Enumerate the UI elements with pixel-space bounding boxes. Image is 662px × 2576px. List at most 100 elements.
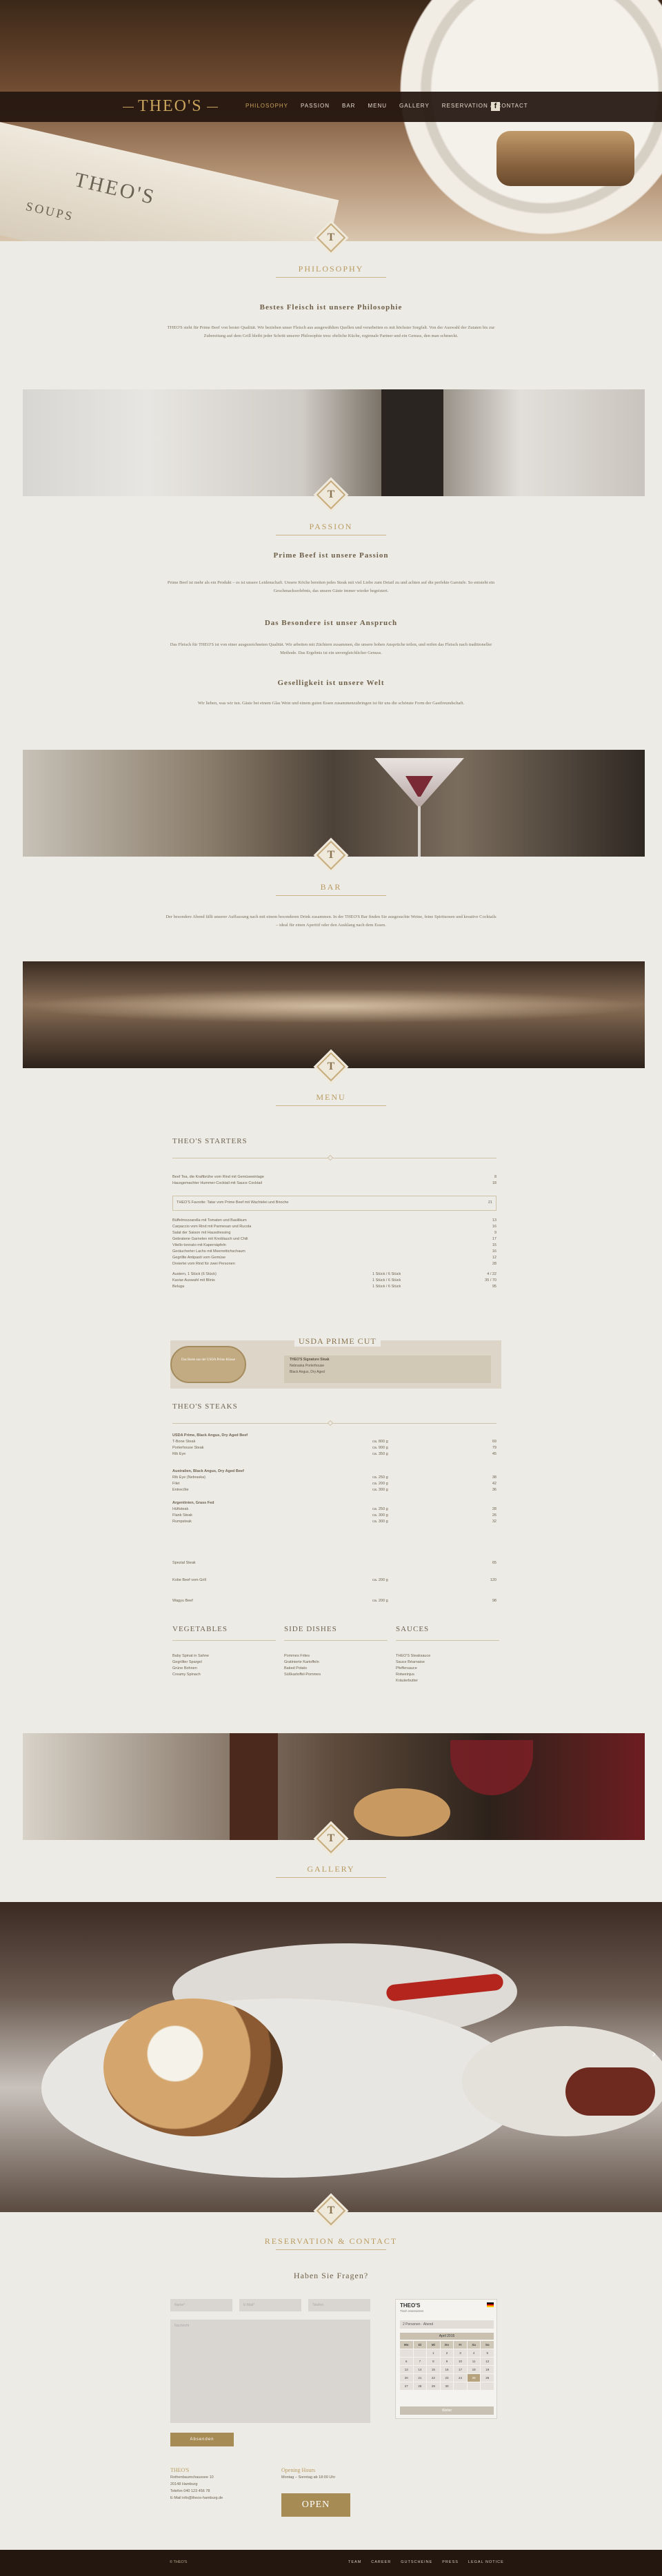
calendar-day[interactable]: 16 [440, 2366, 454, 2373]
calendar-day[interactable] [467, 2382, 481, 2390]
footer-link-vouchers[interactable]: GUTSCHEINE [401, 2560, 432, 2564]
weekday: Fr [454, 2341, 467, 2349]
prime-card-row: Black Angus, Dry Aged [290, 1370, 325, 1374]
usda-prime-band: Das Beste aus der USDA Prime Klasse USDA… [170, 1336, 501, 1389]
footer-link-press[interactable]: PRESS [442, 2560, 459, 2564]
sauce-item: Rotweinjus [396, 1673, 414, 1677]
facebook-icon[interactable]: f [491, 102, 500, 111]
wine-glass [450, 1740, 533, 1795]
calendar-grid: Mo Di Mi Do Fr Sa So 1 2 3 4 5 6 7 8 9 1… [400, 2341, 494, 2390]
badge-letter: T [327, 1832, 335, 1844]
calendar-day[interactable] [400, 2349, 413, 2357]
calendar-day[interactable]: 1 [427, 2349, 440, 2357]
hours-heading: Opening Hours [281, 2467, 316, 2473]
vegetable-item: Creamy Spinach [172, 1673, 201, 1677]
calendar-day[interactable] [413, 2349, 427, 2357]
calendar-day[interactable]: 29 [427, 2382, 440, 2390]
contact-question: Haben Sie Fragen? [293, 2271, 369, 2280]
name-field[interactable]: Name* [170, 2299, 232, 2311]
bar-text: Der besondere Abend fällt unserer Auffas… [166, 914, 496, 928]
gallery-slider[interactable]: › [0, 1902, 662, 2212]
footer-link-team[interactable]: TEAM [348, 2560, 361, 2564]
column-rule [396, 1640, 499, 1641]
chefs-photo [23, 389, 645, 496]
message-field[interactable]: Nachricht [170, 2320, 370, 2423]
calendar-day[interactable]: 13 [400, 2366, 413, 2373]
grill-smoke [23, 989, 645, 1023]
calendar-day[interactable] [481, 2382, 494, 2390]
calendar-day[interactable]: 6 [400, 2358, 413, 2365]
calendar-day[interactable]: 30 [440, 2382, 454, 2390]
calendar-day-selected[interactable]: 25 [467, 2374, 481, 2382]
calendar-day[interactable]: 7 [413, 2358, 427, 2365]
title-rule [276, 277, 386, 278]
calendar-day[interactable]: 22 [427, 2374, 440, 2382]
hours-text: Montag – Sonntag ab 18:00 Uhr [281, 2475, 336, 2480]
calendar-day[interactable]: 5 [481, 2349, 494, 2357]
weekday: Mi [427, 2341, 440, 2349]
calendar-day[interactable]: 24 [454, 2374, 467, 2382]
footer-links: TEAM CAREER GUTSCHEINE PRESS LEGAL NOTIC… [348, 2560, 504, 2564]
nav-reservation-contact[interactable]: RESERVATION & CONTACT [442, 103, 528, 109]
calendar-day[interactable]: 20 [400, 2374, 413, 2382]
site-logo[interactable]: THEO'S [123, 97, 218, 116]
nav-passion[interactable]: PASSION [301, 103, 330, 109]
email-field[interactable]: E-Mail* [239, 2299, 301, 2311]
calendar-month[interactable]: April 2015 [400, 2333, 494, 2340]
footer-link-legal[interactable]: LEGAL NOTICE [468, 2560, 504, 2564]
calendar-day[interactable]: 4 [467, 2349, 481, 2357]
calendar-day[interactable]: 26 [481, 2374, 494, 2382]
calendar-day[interactable]: 2 [440, 2349, 454, 2357]
grill-photo [23, 961, 645, 1068]
calendar-day[interactable]: 10 [454, 2358, 467, 2365]
passion-heading-2: Das Besondere ist unser Anspruch [264, 619, 398, 627]
usda-medal: Das Beste aus der USDA Prime Klasse [170, 1346, 246, 1383]
calendar-day[interactable]: 23 [440, 2374, 454, 2382]
guests-select[interactable]: 2 Personen · Abend [400, 2320, 494, 2329]
badge-letter: T [327, 232, 335, 243]
passion-text-1: Prime Beef ist mehr als ein Produkt – es… [167, 580, 495, 593]
contact-title: RESERVATION & CONTACT [264, 2236, 398, 2246]
calendar-day[interactable]: 21 [413, 2374, 427, 2382]
glass-stem [418, 806, 421, 857]
hero-bread [496, 131, 634, 186]
side-dish-item: Gratinierte Kartoffeln [284, 1660, 319, 1664]
calendar-day[interactable]: 3 [454, 2349, 467, 2357]
column-rule [284, 1640, 388, 1641]
calendar-day[interactable]: 11 [467, 2358, 481, 2365]
chevron-right-icon[interactable]: › [652, 2047, 656, 2061]
calendar-day[interactable]: 28 [413, 2382, 427, 2390]
address-email[interactable]: E-Mail info@theos-hamburg.de [170, 2495, 223, 2502]
steaks-heading: THEO'S STEAKS [172, 1402, 238, 1411]
widget-logo: THEO'S [400, 2302, 421, 2309]
calendar-day[interactable]: 27 [400, 2382, 413, 2390]
calendar-day[interactable] [454, 2382, 467, 2390]
calendar-day[interactable]: 17 [454, 2366, 467, 2373]
calendar-day[interactable]: 18 [467, 2366, 481, 2373]
bottle [230, 1733, 278, 1840]
calendar-day[interactable]: 15 [427, 2366, 440, 2373]
nav-menu[interactable]: MENU [368, 103, 387, 109]
send-button[interactable]: Absenden [170, 2433, 234, 2446]
side-dish-item: Süßkartoffel-Pommes [284, 1673, 321, 1677]
phone-field[interactable]: Telefon [308, 2299, 370, 2311]
badge-letter: T [327, 849, 335, 861]
widget-continue-button[interactable]: Weiter [400, 2406, 494, 2415]
weekday: Di [413, 2341, 427, 2349]
passion-title: PASSION [309, 522, 353, 531]
title-rule [276, 895, 386, 896]
philosophy-title: PHILOSOPHY [298, 264, 364, 274]
calendar-day[interactable]: 12 [481, 2358, 494, 2365]
calendar-day[interactable]: 14 [413, 2366, 427, 2373]
baked-potato [354, 1788, 450, 1837]
menu-card-text: SOUPS [24, 198, 76, 224]
calendar-day[interactable]: 19 [481, 2366, 494, 2373]
nav-philosophy[interactable]: PHILOSOPHY [245, 103, 288, 109]
language-flag-icon[interactable] [487, 2302, 494, 2307]
footer-link-career[interactable]: CAREER [371, 2560, 391, 2564]
calendar-day[interactable]: 8 [427, 2358, 440, 2365]
nav-gallery[interactable]: GALLERY [399, 103, 430, 109]
open-badge: OPEN [281, 2493, 350, 2517]
calendar-day[interactable]: 9 [440, 2358, 454, 2365]
nav-bar[interactable]: BAR [342, 103, 355, 109]
